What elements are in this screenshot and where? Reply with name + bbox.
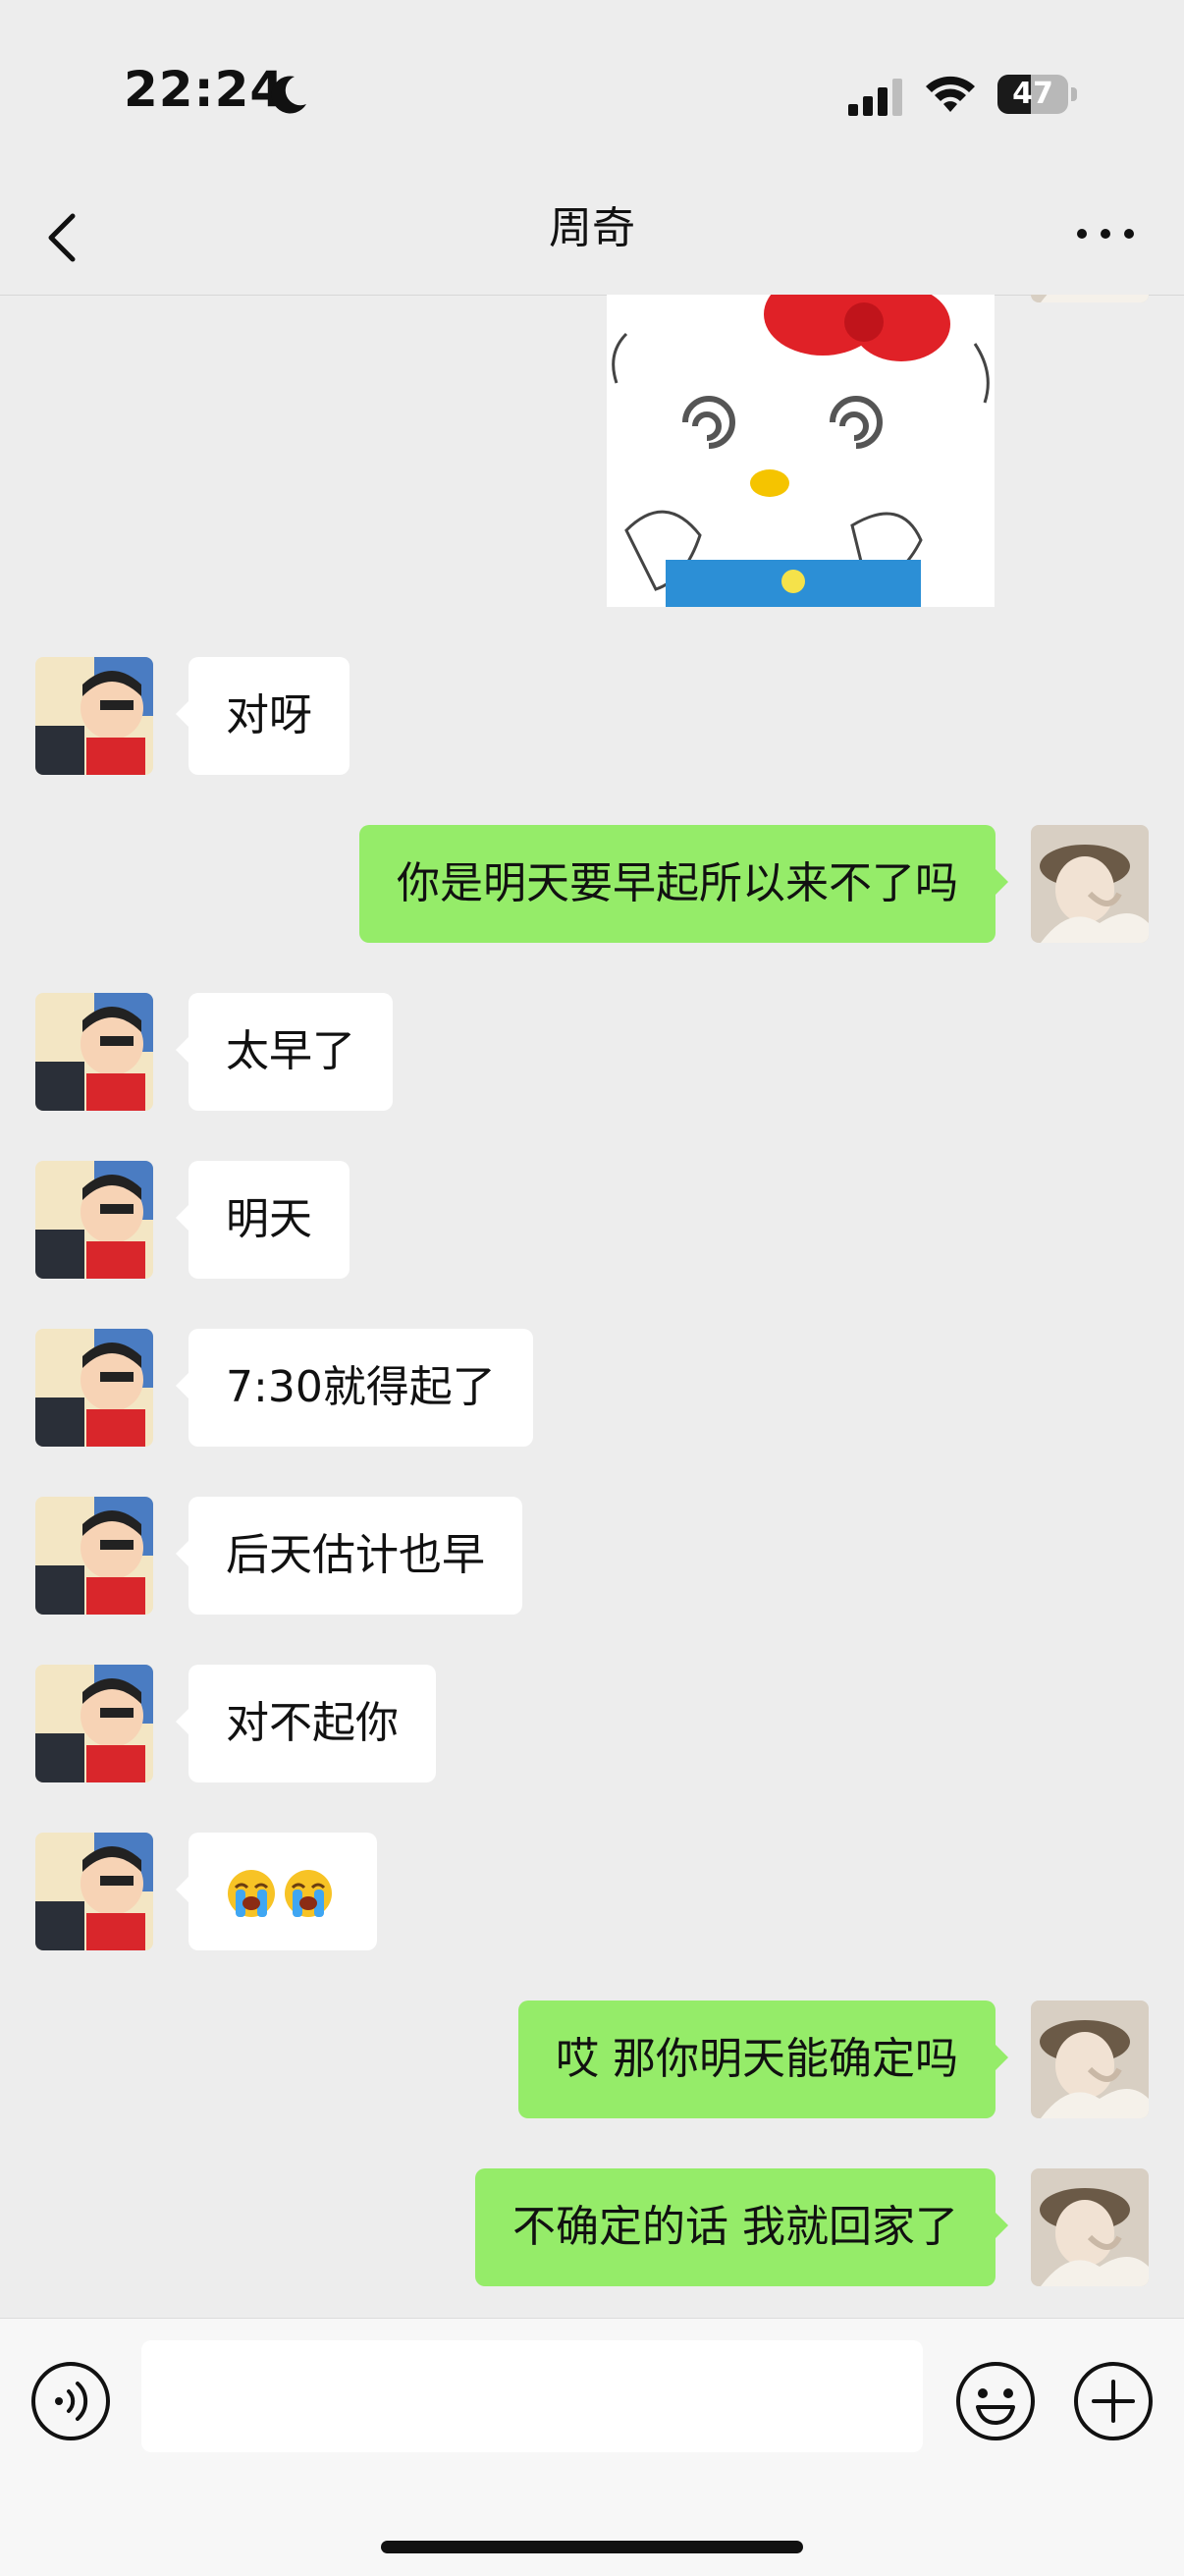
smiley-icon[interactable] [954,2360,1037,2442]
contact-avatar[interactable] [35,657,153,775]
message-row: 后天估计也早 [0,1497,1184,1615]
cellular-signal-icon [848,79,902,116]
loudly-crying-face-icon [285,1870,332,1917]
message-row: 明天 [0,1161,1184,1279]
contact-avatar[interactable] [35,1665,153,1782]
message-row: 对呀 [0,657,1184,775]
moon-icon [271,76,306,114]
chat-messages[interactable]: 对呀 你是明天要早起所以来不了吗 太早了 明天 7:30就得起了 后天估计也早 [0,295,1184,2318]
contact-avatar[interactable] [35,1161,153,1279]
message-row: 哎 那你明天能确定吗 [0,2001,1184,2118]
sticker-image[interactable] [607,295,995,607]
message-row: 你是明天要早起所以来不了吗 [0,825,1184,943]
my-avatar[interactable] [1031,295,1149,302]
contact-avatar[interactable] [35,1497,153,1615]
more-dots-icon[interactable] [1070,216,1141,251]
message-row: 7:30就得起了 [0,1329,1184,1447]
loudly-crying-face-icon [228,1870,275,1917]
contact-avatar[interactable] [35,1329,153,1447]
chevron-left-icon[interactable] [41,208,84,267]
received-message-bubble[interactable]: 太早了 [176,993,393,1111]
message-row [0,1833,1184,1950]
received-message-bubble[interactable]: 对呀 [176,657,350,775]
sent-message-bubble[interactable]: 哎 那你明天能确定吗 [518,2001,1008,2118]
status-bar: 22:24 47 [0,0,1184,187]
received-message-bubble[interactable]: 后天估计也早 [176,1497,522,1615]
sent-message-bubble[interactable]: 不确定的话 我就回家了 [475,2168,1008,2286]
chat-header: 周奇 [0,187,1184,296]
received-message-bubble[interactable] [176,1833,377,1950]
home-indicator[interactable] [381,2541,803,2553]
battery-indicator: 47 [997,75,1078,116]
wifi-icon [926,76,975,112]
status-time: 22:24 [124,61,286,118]
contact-avatar[interactable] [35,993,153,1111]
message-input[interactable] [141,2340,923,2452]
received-message-bubble[interactable]: 对不起你 [176,1665,436,1782]
my-avatar[interactable] [1031,2168,1149,2286]
contact-avatar[interactable] [35,1833,153,1950]
sent-message-bubble[interactable]: 你是明天要早起所以来不了吗 [359,825,1008,943]
received-message-bubble[interactable]: 明天 [176,1161,350,1279]
message-row: 太早了 [0,993,1184,1111]
received-message-bubble[interactable]: 7:30就得起了 [176,1329,533,1447]
input-bar [0,2318,1184,2576]
message-row: 不确定的话 我就回家了 [0,2168,1184,2286]
message-row: 对不起你 [0,1665,1184,1782]
battery-percentage: 47 [1012,77,1053,111]
my-avatar[interactable] [1031,825,1149,943]
plus-icon[interactable] [1072,2360,1155,2442]
my-avatar[interactable] [1031,2001,1149,2118]
chat-title: 周奇 [549,203,635,253]
voice-icon[interactable] [29,2360,112,2442]
